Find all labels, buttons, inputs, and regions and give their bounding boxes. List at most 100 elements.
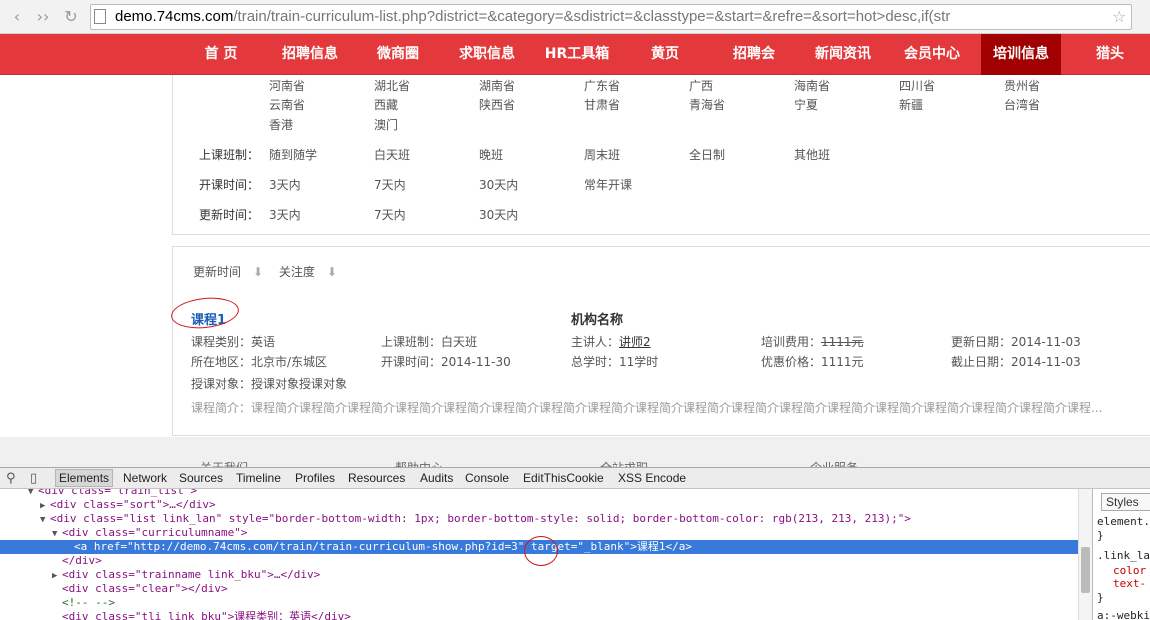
region-option[interactable]: 湖北省 (374, 76, 410, 96)
update-time-label: 更新时间： (199, 208, 260, 222)
dom-line[interactable]: ▼ <div class="train_list"> (0, 489, 1078, 498)
page-icon (94, 9, 106, 24)
expand-triangle-icon[interactable]: ▶ (52, 569, 62, 583)
nav-item-headhunter[interactable]: 猎头 (1084, 34, 1136, 75)
dom-line[interactable]: <div class="tli link_bku">课程类别：英语</div> (0, 610, 1078, 620)
reload-icon[interactable]: ↻ (60, 6, 82, 28)
footer-link[interactable]: 全站求职 (600, 459, 648, 467)
nav-item-job-fair[interactable]: 招聘会 (722, 34, 786, 75)
url-input[interactable]: demo.74cms.com/train/train-curriculum-li… (90, 4, 1132, 30)
sort-by-update[interactable]: 更新时间 ⬇ (193, 265, 263, 279)
tab-editthiscookie[interactable]: EditThisCookie (523, 471, 604, 485)
class-type-option[interactable]: 全日制 (689, 145, 725, 165)
tab-timeline[interactable]: Timeline (236, 471, 281, 485)
nav-item-yellow-pages[interactable]: 黄页 (640, 34, 690, 75)
update-time-option[interactable]: 30天内 (479, 205, 518, 225)
scrollbar-thumb[interactable] (1081, 547, 1090, 593)
course-update-date: 更新日期：2014-11-03 (951, 335, 1081, 349)
tab-profiles[interactable]: Profiles (295, 471, 335, 485)
dom-line[interactable]: ▶ <div class="sort">…</div> (0, 498, 1078, 512)
footer-link[interactable]: 关于我们 (200, 459, 248, 467)
tab-console[interactable]: Console (465, 471, 509, 485)
footer-link[interactable]: 企业服务 (810, 459, 858, 467)
dom-line-text: <div class="trainname link_bku">…</div> (62, 568, 321, 581)
nav-item-member-center[interactable]: 会员中心 (894, 34, 970, 75)
update-time-option[interactable]: 7天内 (374, 205, 406, 225)
region-option[interactable]: 甘肃省 (584, 95, 620, 115)
class-type-option[interactable]: 随到随学 (269, 145, 317, 165)
sort-bar: 更新时间 ⬇ 关注度 ⬇ (193, 263, 349, 280)
dom-scrollbar[interactable] (1078, 489, 1092, 620)
expand-triangle-icon[interactable]: ▶ (40, 499, 50, 513)
region-option[interactable]: 四川省 (899, 76, 935, 96)
search-icon[interactable]: ⚲ (6, 471, 16, 486)
update-time-option[interactable]: 3天内 (269, 205, 301, 225)
class-type-option[interactable]: 晚班 (479, 145, 503, 165)
region-option[interactable]: 陕西省 (479, 95, 515, 115)
back-icon[interactable]: ‹ (6, 6, 28, 28)
class-type-row: 上课班制： 随到随学 白天班 晚班 周末班 全日制 其他班 (173, 145, 1150, 165)
styles-pane: Styles element. } .link_la color text- }… (1092, 489, 1150, 620)
nav-item-news[interactable]: 新闻资讯 (806, 34, 880, 75)
region-option[interactable]: 澳门 (374, 115, 398, 135)
sort-by-attention[interactable]: 关注度 ⬇ (279, 265, 337, 279)
dom-line[interactable]: <div class="clear"></div> (0, 582, 1078, 596)
nav-item-job-seekers[interactable]: 求职信息 (446, 34, 528, 75)
style-line: } (1097, 591, 1104, 604)
region-option[interactable]: 河南省 (269, 76, 305, 96)
collapse-triangle-icon[interactable]: ▼ (52, 527, 62, 541)
lecturer-link[interactable]: 讲师2 (619, 335, 651, 349)
bookmark-star-icon[interactable]: ☆ (1112, 7, 1126, 26)
nav-item-jobs[interactable]: 招聘信息 (270, 34, 350, 75)
tab-xss-encode[interactable]: XSS Encode (618, 471, 686, 485)
sort-by-update-label: 更新时间 (193, 265, 242, 279)
fee-label: 培训费用： (761, 335, 822, 349)
region-option[interactable]: 贵州省 (1004, 76, 1040, 96)
region-option[interactable]: 广西 (689, 76, 713, 96)
dom-line[interactable]: ▼ <div class="list link_lan" style="borde… (0, 512, 1078, 526)
footer-strip: 关于我们 帮助中心 全站求职 企业服务 (0, 437, 1150, 467)
region-option[interactable]: 香港 (269, 115, 293, 135)
dom-line[interactable]: <!-- --> (0, 596, 1078, 610)
org-name-link[interactable]: 机构名称 (571, 309, 623, 328)
region-option[interactable]: 新疆 (899, 95, 923, 115)
class-type-option[interactable]: 白天班 (374, 145, 410, 165)
tab-elements[interactable]: Elements (55, 469, 114, 487)
start-time-option[interactable]: 常年开课 (584, 175, 632, 195)
sort-by-attention-label: 关注度 (278, 265, 315, 279)
course-intro: 课程简介：课程简介课程简介课程简介课程简介课程简介课程简介课程简介课程简介课程简… (191, 401, 1103, 415)
start-time-option[interactable]: 7天内 (374, 175, 406, 195)
class-type-label: 上课班制： (199, 148, 260, 162)
url-path: /train/train-curriculum-list.php?distric… (233, 8, 951, 25)
region-option[interactable]: 海南省 (794, 76, 830, 96)
device-icon[interactable]: ▯ (30, 471, 37, 486)
nav-item-hr-tools[interactable]: HR工具箱 (536, 34, 618, 75)
region-option[interactable]: 湖南省 (479, 76, 515, 96)
region-option[interactable]: 西藏 (374, 95, 398, 115)
dom-line[interactable]: ▶ <div class="trainname link_bku">…</div> (0, 568, 1078, 582)
region-option[interactable]: 云南省 (269, 95, 305, 115)
start-time-option[interactable]: 30天内 (479, 175, 518, 195)
devtools-toolbar: ⚲ ▯ Elements Network Sources Timeline Pr… (0, 467, 1150, 489)
update-time-row: 更新时间： 3天内 7天内 30天内 (173, 205, 1150, 225)
nav-item-business-circle[interactable]: 微商圈 (366, 34, 430, 75)
tab-network[interactable]: Network (123, 471, 167, 485)
class-type-option[interactable]: 其他班 (794, 145, 830, 165)
forward-icon[interactable]: ›› (32, 6, 54, 28)
nav-item-training[interactable]: 培训信息 (981, 34, 1061, 75)
tab-sources[interactable]: Sources (179, 471, 223, 485)
start-time-option[interactable]: 3天内 (269, 175, 301, 195)
region-option[interactable]: 台湾省 (1004, 95, 1040, 115)
nav-item-home[interactable]: 首 页 (186, 34, 256, 75)
region-option[interactable]: 宁夏 (794, 95, 818, 115)
footer-link[interactable]: 帮助中心 (395, 459, 443, 467)
tab-resources[interactable]: Resources (348, 471, 405, 485)
tab-audits[interactable]: Audits (420, 471, 453, 485)
filter-panel: 河南省 湖北省 湖南省 广东省 广西 海南省 四川省 贵州省 云南省 西藏 陕西… (172, 75, 1150, 235)
collapse-triangle-icon[interactable]: ▼ (40, 513, 50, 527)
tab-styles[interactable]: Styles (1101, 493, 1150, 511)
region-option[interactable]: 青海省 (689, 95, 725, 115)
region-option[interactable]: 广东省 (584, 76, 620, 96)
class-type-option[interactable]: 周末班 (584, 145, 620, 165)
course-lecturer: 主讲人：讲师2 (571, 333, 651, 350)
